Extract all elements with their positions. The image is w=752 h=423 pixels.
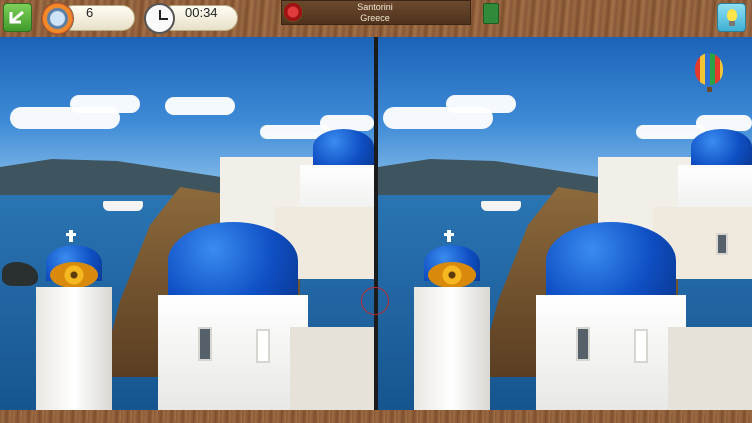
back-button[interactable] xyxy=(3,3,32,32)
found-difference-marker xyxy=(361,287,389,315)
large-blue-dome xyxy=(546,222,676,300)
cross xyxy=(444,230,454,242)
church-window xyxy=(198,327,212,361)
small-blue-dome xyxy=(313,129,374,165)
cruise-ship xyxy=(481,201,521,211)
cloud xyxy=(70,95,140,113)
small-blue-dome xyxy=(691,129,752,165)
scene-title: Santorini xyxy=(357,2,393,12)
rose-icon xyxy=(283,2,303,22)
cross xyxy=(66,230,76,242)
hints-count: 6 xyxy=(86,5,94,20)
cruise-ship xyxy=(103,201,143,211)
church-main xyxy=(536,295,686,410)
bell-window xyxy=(256,329,270,363)
hot-air-balloon xyxy=(695,53,723,85)
hint-ring-icon[interactable] xyxy=(42,3,73,34)
sunflowers xyxy=(50,262,98,288)
sunflowers xyxy=(428,262,476,288)
lightbulb-icon xyxy=(727,9,737,21)
lightbulb-base xyxy=(729,21,735,26)
scene-subtitle: Greece xyxy=(360,13,390,23)
terrace xyxy=(290,327,374,410)
back-arrow-icon xyxy=(9,10,24,24)
bell-tower xyxy=(414,287,490,410)
terrace xyxy=(668,327,752,410)
balloon-basket xyxy=(707,87,712,92)
bell-tower xyxy=(36,287,112,410)
right-scene-image[interactable] xyxy=(378,37,752,410)
large-blue-dome xyxy=(168,222,298,300)
tip-button[interactable] xyxy=(717,3,746,32)
cloud xyxy=(446,95,516,113)
church-main xyxy=(158,295,308,410)
building-window xyxy=(716,233,728,255)
clock-icon xyxy=(144,3,175,34)
church-window xyxy=(576,327,590,361)
left-scene-image[interactable] xyxy=(0,37,374,410)
green-book-icon[interactable] xyxy=(483,3,499,24)
cloud xyxy=(165,97,235,115)
timer-value: 00:34 xyxy=(185,5,218,20)
bell-window xyxy=(634,329,648,363)
bottom-wood-bar xyxy=(0,410,752,423)
